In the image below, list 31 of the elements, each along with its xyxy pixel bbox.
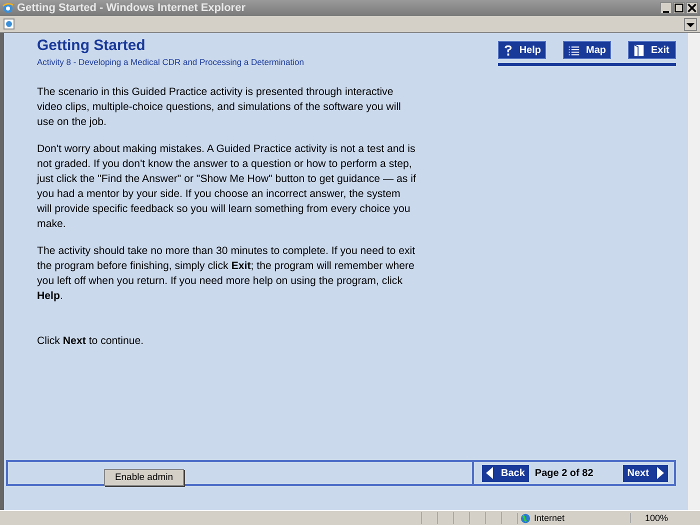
- page-subtitle: Activity 8 - Developing a Medical CDR and Processing a Determination: [37, 57, 304, 67]
- dropdown-button[interactable]: [684, 18, 697, 30]
- question-mark-icon: [503, 44, 514, 56]
- help-button[interactable]: Help: [498, 41, 546, 59]
- back-button[interactable]: Back: [482, 464, 529, 482]
- body-paragraph: The scenario in this Guided Practice activity is presented through interactive video clips, multiple-choice questions, and simulations of the software you will use on the job.: [37, 85, 402, 130]
- minimize-button[interactable]: [660, 2, 672, 14]
- browser-logo-icon: [2, 2, 14, 14]
- globe-icon: [520, 512, 531, 524]
- body-paragraph: Don't worry about making mistakes. A Guided Practice activity is not a test and is not graded. If you don't know the answer to a question or how to perform a step, just click the "Find the Answer" or "Show Me How" button to get guidance — as if you had a mentor by your side. If you choose an incorrect answer, the system will provide specific feedback so you will learn something from every choice you make.: [37, 142, 417, 232]
- maximize-icon: [674, 3, 684, 13]
- page-icon: [3, 18, 15, 30]
- right-arrow-icon: [656, 467, 664, 479]
- map-button[interactable]: Map: [563, 41, 611, 59]
- page-counter: Page 2 of 82: [534, 468, 594, 478]
- close-icon: [687, 3, 697, 13]
- enable-admin-button[interactable]: Enable admin: [104, 469, 184, 486]
- security-zone: Internet: [534, 513, 565, 523]
- page-title: Getting Started: [37, 37, 146, 54]
- close-button[interactable]: [686, 2, 698, 14]
- list-icon: [568, 44, 580, 56]
- door-icon: [633, 44, 645, 56]
- zoom-control[interactable]: 100%: [630, 513, 700, 523]
- maximize-button[interactable]: [673, 2, 685, 14]
- next-button[interactable]: Next: [623, 464, 668, 482]
- window-title: Getting Started - Windows Internet Explorer: [17, 2, 246, 14]
- body-paragraph: Click Next to continue.: [37, 334, 145, 349]
- left-arrow-icon: [486, 467, 494, 479]
- body-paragraph: The activity should take no more than 30 minutes to complete. If you need to exit the program before finishing, simply click Exit; the program will remember where you left off when you return. If you need more help on using the program, click Help.: [37, 244, 416, 304]
- exit-button[interactable]: Exit: [628, 41, 676, 59]
- minimize-icon: [663, 11, 669, 13]
